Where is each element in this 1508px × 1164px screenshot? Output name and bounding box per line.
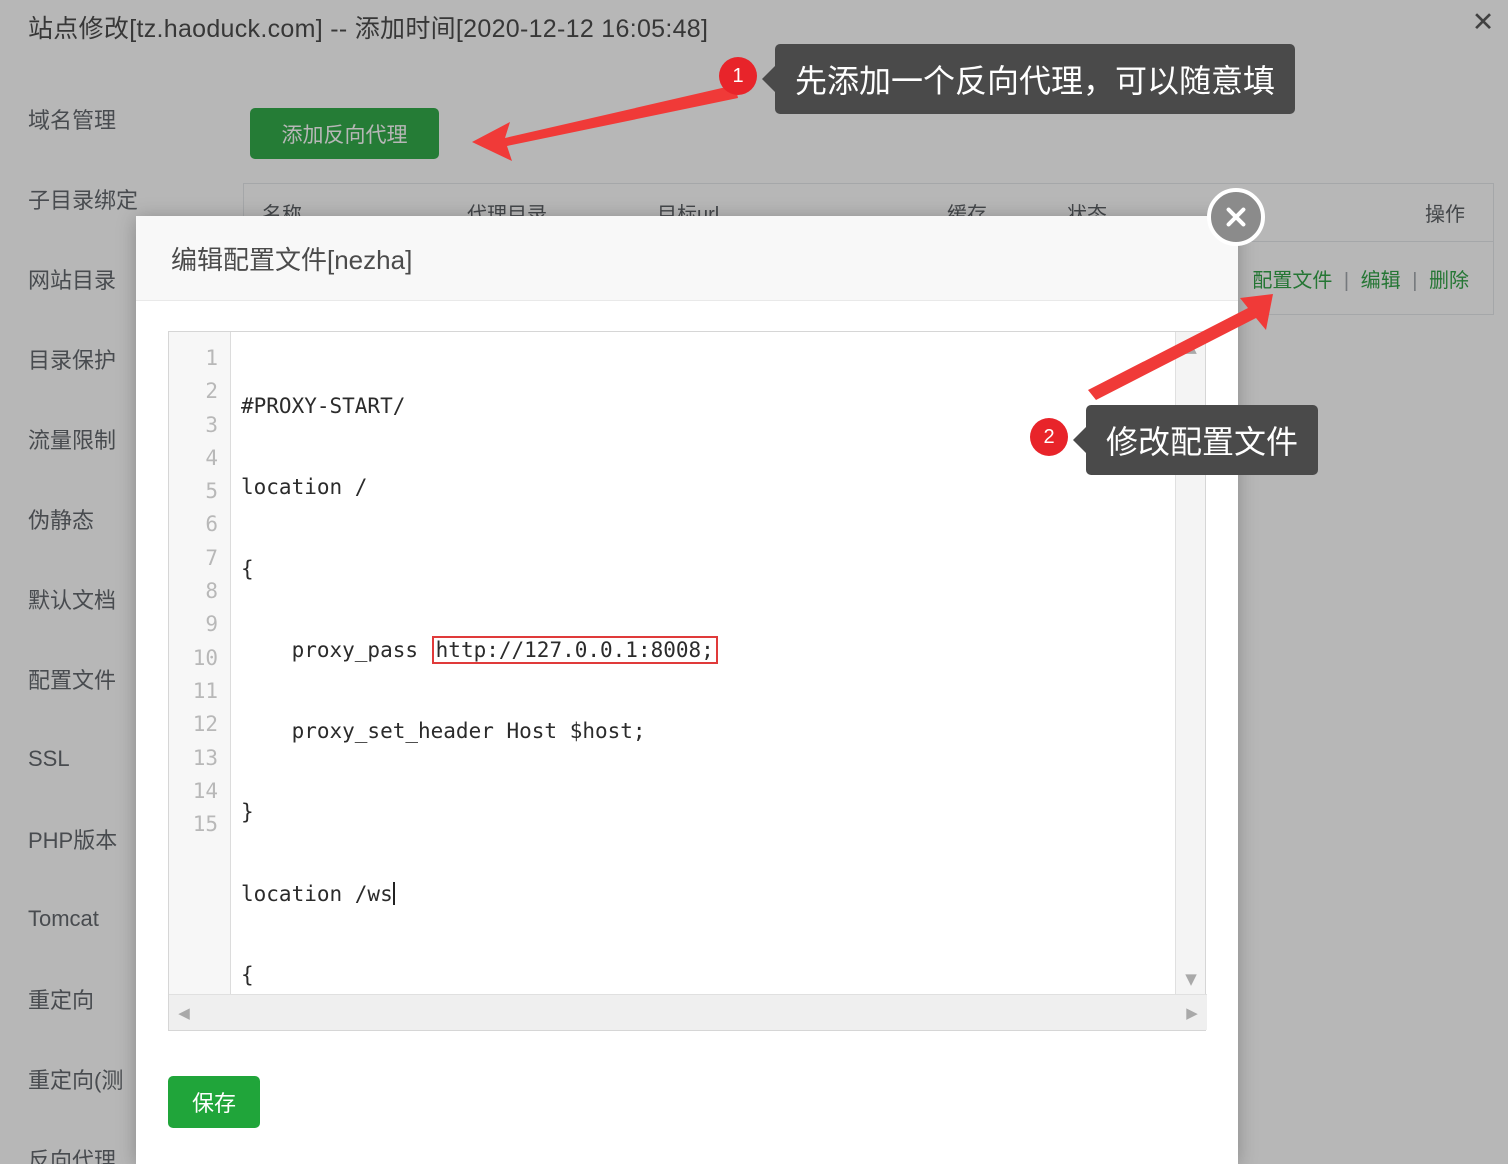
dialog-header: 编辑配置文件[nezha] (136, 216, 1238, 301)
dialog-title: 编辑配置文件[nezha] (171, 244, 413, 275)
line-number: 14 (192, 778, 218, 803)
edit-config-dialog: 编辑配置文件[nezha] 1 2 3 4 5 6 7 8 9 10 11 12… (136, 188, 1265, 1164)
editor-horizontal-scrollbar[interactable]: ◀ ▶ (169, 994, 1207, 1030)
annotation-callout-2: 修改配置文件 (1086, 405, 1319, 475)
annotation-badge-2: 2 (1030, 418, 1068, 456)
app-root: 站点修改[tz.haoduck.com] -- 添加时间[2020-12-12 … (0, 0, 1508, 1164)
code-text: proxy_pass (241, 637, 431, 662)
line-number: 5 (205, 479, 218, 504)
dialog-body: 1 2 3 4 5 6 7 8 9 10 11 12 13 14 15 #PRO… (136, 301, 1238, 1128)
code-line: proxy_pass http://127.0.0.1:8008; (241, 634, 1177, 667)
code-text: { (241, 963, 254, 988)
code-text: { (241, 556, 254, 581)
line-number: 3 (205, 412, 218, 437)
code-text: } (241, 800, 254, 825)
line-number: 2 (205, 379, 218, 404)
code-line: { (241, 553, 1177, 586)
highlighted-proxy-pass-url: http://127.0.0.1:8008; (431, 635, 718, 664)
line-number: 1 (205, 346, 218, 370)
code-line: } (241, 796, 1177, 829)
line-number: 10 (192, 645, 218, 670)
line-number: 15 (192, 812, 218, 837)
line-number: 6 (205, 512, 218, 537)
code-line: #PROXY-START/ (241, 390, 1177, 423)
code-line: location /ws (241, 878, 1177, 911)
code-text: #PROXY-START/ (241, 394, 406, 418)
code-text: proxy_set_header Host $host; (241, 719, 646, 744)
code-line: { (241, 959, 1177, 992)
scroll-right-arrow-icon[interactable]: ▶ (1177, 996, 1207, 1030)
annotation-arrow-1 (472, 85, 738, 161)
annotation-badge-1: 1 (719, 57, 757, 95)
line-number: 7 (205, 545, 218, 570)
annotation-arrow-2 (1088, 294, 1273, 400)
code-line: proxy_set_header Host $host; (241, 715, 1177, 748)
line-number-gutter: 1 2 3 4 5 6 7 8 9 10 11 12 13 14 15 (169, 332, 231, 994)
text-caret (392, 881, 395, 905)
code-text: location / (241, 475, 368, 500)
scroll-left-arrow-icon[interactable]: ◀ (169, 996, 199, 1030)
close-circle-icon[interactable] (1207, 188, 1265, 246)
code-line: location / (241, 471, 1177, 504)
code-text: location /ws (241, 881, 393, 906)
line-number: 12 (192, 712, 218, 737)
line-number: 9 (205, 612, 218, 637)
line-number: 4 (205, 445, 218, 470)
line-number: 11 (192, 678, 218, 703)
editor-inner[interactable]: 1 2 3 4 5 6 7 8 9 10 11 12 13 14 15 #PRO… (169, 332, 1177, 994)
annotation-callout-1: 先添加一个反向代理，可以随意填 (775, 44, 1296, 114)
scroll-down-arrow-icon[interactable]: ▼ (1176, 964, 1206, 994)
line-number: 13 (192, 745, 218, 770)
save-button[interactable]: 保存 (168, 1076, 260, 1128)
line-number: 8 (205, 579, 218, 604)
